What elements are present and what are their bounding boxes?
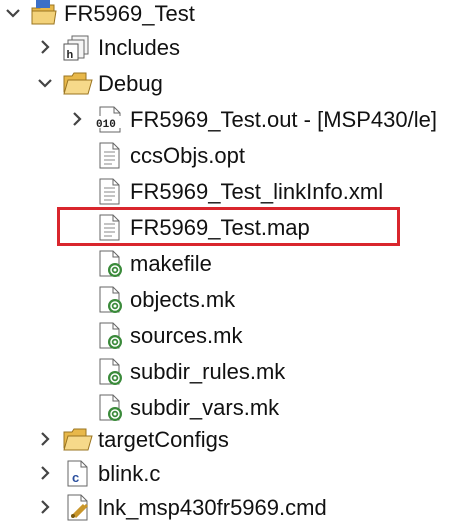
- tree-item-makefile[interactable]: makefile: [0, 246, 474, 282]
- tree-item-label: Includes: [98, 35, 180, 60]
- chevron-right-icon[interactable]: [68, 102, 86, 138]
- tree-item-label: FR5969_Test.map: [130, 215, 310, 240]
- includes-icon: h: [62, 30, 92, 66]
- tree-item-label: FR5969_Test.out - [MSP430/le]: [130, 107, 437, 132]
- binary-file-icon: 010: [94, 102, 126, 138]
- chevron-down-icon[interactable]: [4, 0, 22, 32]
- c-source-file-icon: c: [64, 456, 92, 492]
- linker-cmd-file-icon: [64, 490, 94, 526]
- tree-item-subdir-vars-mk[interactable]: subdir_vars.mk: [0, 390, 474, 426]
- tree-item-out-file[interactable]: 010 FR5969_Test.out - [MSP430/le]: [0, 102, 474, 138]
- tree-item-label: blink.c: [98, 461, 161, 486]
- tree-item-label: makefile: [130, 251, 212, 276]
- tree-item-label: FR5969_Test_linkInfo.xml: [130, 179, 384, 204]
- tree-item-label: Debug: [98, 71, 163, 96]
- tree-item-blink-c[interactable]: c blink.c: [0, 456, 474, 492]
- text-file-icon: [96, 138, 124, 174]
- project-folder-icon: [30, 0, 58, 32]
- svg-text:c: c: [72, 470, 79, 485]
- svg-text:010: 010: [96, 119, 116, 131]
- tree-item-label: targetConfigs: [98, 427, 229, 452]
- tree-item-label: subdir_vars.mk: [130, 395, 280, 420]
- tree-item-objects-mk[interactable]: objects.mk: [0, 282, 474, 318]
- chevron-right-icon[interactable]: [36, 490, 54, 526]
- svg-text:h: h: [67, 49, 74, 61]
- chevron-down-icon[interactable]: [36, 66, 54, 102]
- chevron-right-icon[interactable]: [36, 30, 54, 66]
- text-file-icon: [96, 210, 124, 246]
- chevron-right-icon[interactable]: [36, 422, 54, 458]
- makefile-icon: [96, 354, 126, 390]
- folder-open-icon: [62, 66, 94, 102]
- tree-item-label: objects.mk: [130, 287, 236, 312]
- project-explorer-tree: FR5969_Test h Includes Debug 010 FR5969_…: [0, 0, 474, 529]
- tree-item-label: subdir_rules.mk: [130, 359, 286, 384]
- tree-item-label: ccsObjs.opt: [130, 143, 245, 168]
- tree-item-includes[interactable]: h Includes: [0, 30, 474, 66]
- makefile-icon: [96, 318, 126, 354]
- tree-item-project-root[interactable]: FR5969_Test: [0, 0, 474, 32]
- tree-item-linker-cmd[interactable]: lnk_msp430fr5969.cmd: [0, 490, 474, 526]
- makefile-icon: [96, 390, 126, 426]
- tree-item-label: sources.mk: [130, 323, 243, 348]
- tree-item-label: FR5969_Test: [64, 1, 195, 26]
- chevron-right-icon[interactable]: [36, 456, 54, 492]
- tree-item-subdir-rules-mk[interactable]: subdir_rules.mk: [0, 354, 474, 390]
- folder-icon: [62, 422, 94, 458]
- tree-item-map-file[interactable]: FR5969_Test.map: [0, 210, 474, 246]
- makefile-icon: [96, 246, 126, 282]
- makefile-icon: [96, 282, 126, 318]
- tree-item-sources-mk[interactable]: sources.mk: [0, 318, 474, 354]
- tree-item-linkinfo[interactable]: FR5969_Test_linkInfo.xml: [0, 174, 474, 210]
- tree-item-label: lnk_msp430fr5969.cmd: [98, 495, 327, 520]
- tree-item-target-configs[interactable]: targetConfigs: [0, 422, 474, 458]
- text-file-icon: [96, 174, 124, 210]
- tree-item-ccsobjs[interactable]: ccsObjs.opt: [0, 138, 474, 174]
- tree-item-debug[interactable]: Debug: [0, 66, 474, 102]
